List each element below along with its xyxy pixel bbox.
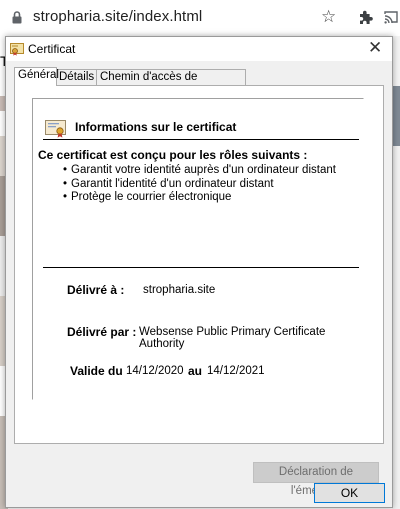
star-icon[interactable]: ☆ (321, 7, 336, 27)
puzzle-icon[interactable] (358, 9, 374, 28)
info-title: Informations sur le certificat (75, 120, 237, 134)
dialog-title: Certificat (28, 42, 76, 56)
general-tab-panel: Informations sur le certificat Ce certif… (14, 85, 384, 497)
certificate-icon (10, 42, 24, 59)
close-icon[interactable]: ✕ (368, 38, 382, 58)
purpose-list: Garantit votre identité auprès d'un ordi… (63, 164, 336, 205)
divider (43, 139, 359, 140)
issued-to-label: Délivré à : (67, 283, 125, 297)
issued-by-value: Websense Public Primary Certificate Auth… (139, 326, 326, 350)
browser-toolbar: stropharia.site/index.html ☆ (0, 0, 400, 36)
tab-certification-path[interactable]: Chemin d'accès de certification (96, 69, 246, 98)
issuer-statement-button[interactable]: Déclaration de l'émetteur (253, 462, 379, 497)
lock-icon[interactable] (12, 11, 22, 27)
certificate-icon (45, 120, 67, 141)
tab-details[interactable]: Détails (55, 69, 97, 85)
list-item: Garantit l'identité d'un ordinateur dist… (63, 178, 336, 192)
certificate-dialog: Certificat ✕ Général Détails Chemin d'ac… (5, 36, 393, 508)
divider (43, 267, 359, 268)
cast-icon[interactable] (384, 10, 398, 27)
list-item: Garantit votre identité auprès d'un ordi… (63, 164, 336, 178)
valid-to-label: au (188, 364, 203, 378)
address-bar[interactable]: stropharia.site/index.html (33, 8, 202, 25)
issued-by-label: Délivré par : (67, 325, 137, 339)
list-item: Protège le courrier électronique (63, 191, 336, 205)
ok-button[interactable]: OK (314, 483, 385, 503)
dialog-titlebar[interactable]: Certificat ✕ (6, 37, 392, 61)
tab-general[interactable]: Général (14, 67, 59, 86)
issued-to-value: stropharia.site (143, 284, 216, 296)
purpose-heading: Ce certificat est conçu pour les rôles s… (38, 148, 308, 162)
certificate-info-box: Informations sur le certificat Ce certif… (32, 98, 364, 400)
valid-from-value: 14/12/2020 (126, 365, 184, 377)
page-background-right (392, 36, 400, 509)
valid-from-label: Valide du (70, 364, 123, 378)
valid-to-value: 14/12/2021 (207, 365, 265, 377)
